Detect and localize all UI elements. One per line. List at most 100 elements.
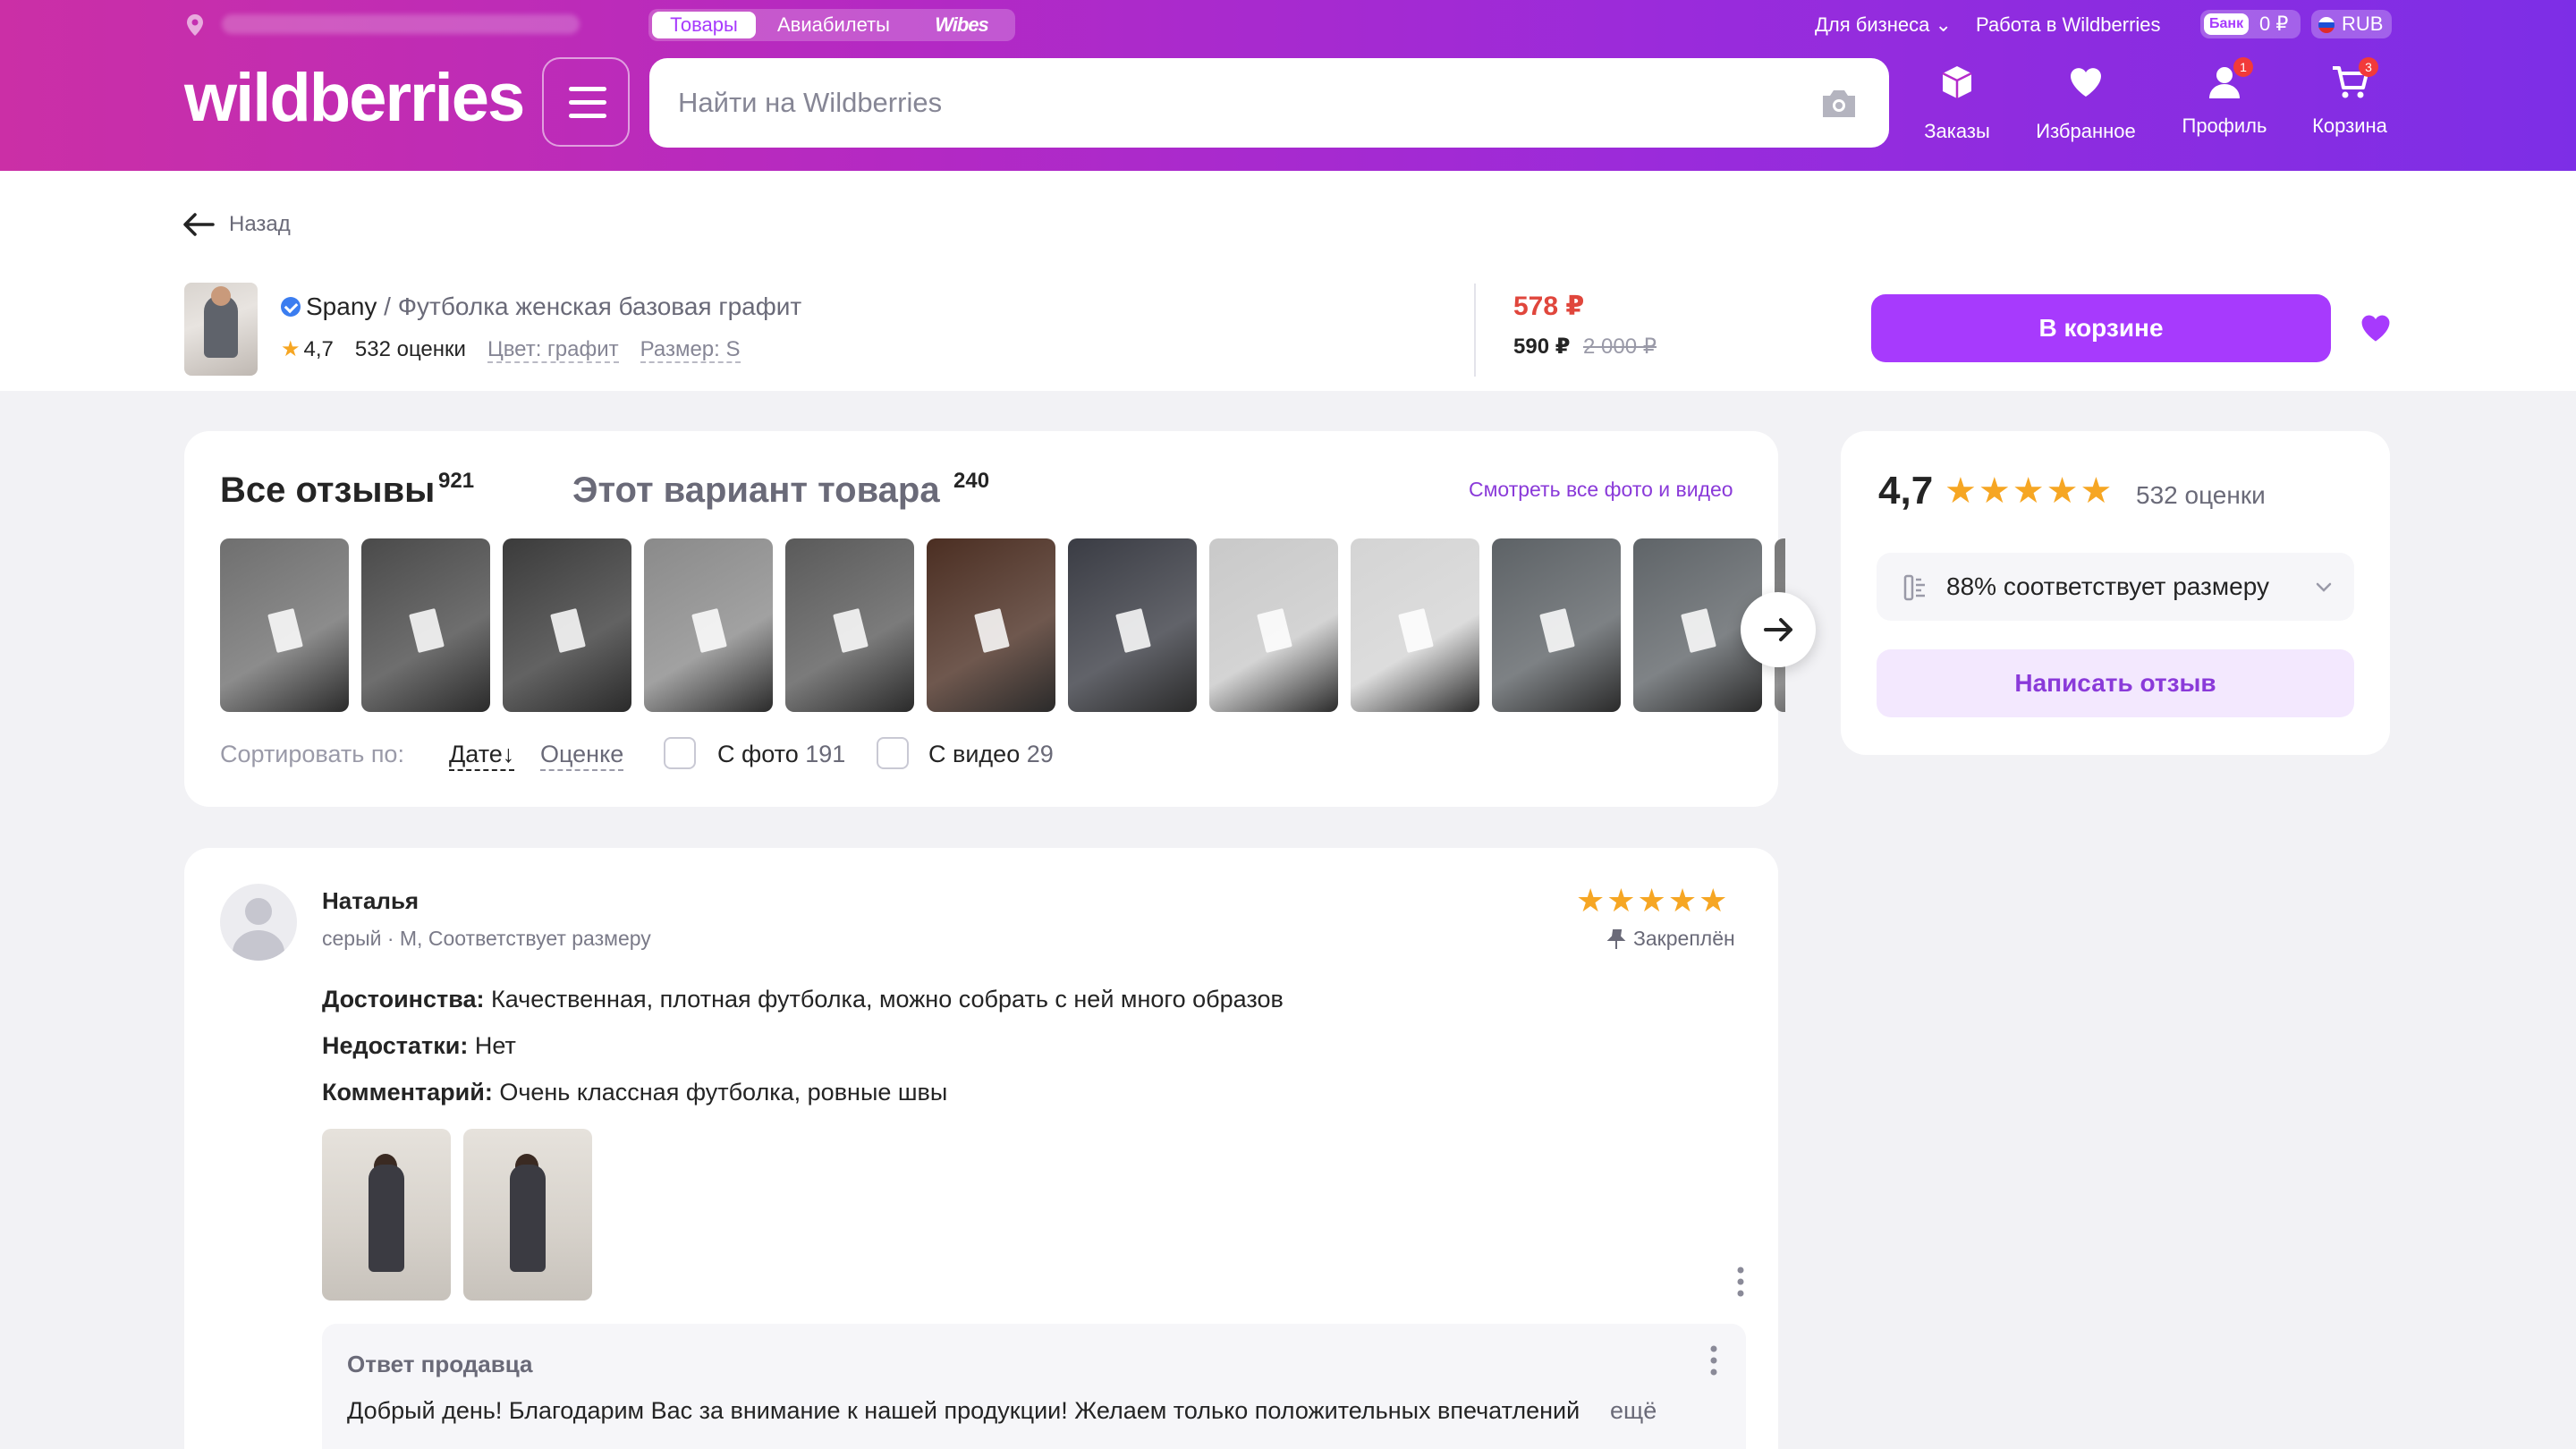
product-thumbnail[interactable]: [184, 283, 258, 376]
menu-line: [569, 114, 606, 118]
for-business-link[interactable]: Для бизнеса ⌄: [1815, 11, 1952, 39]
tab-all-reviews[interactable]: Все отзывы: [220, 470, 435, 511]
tab-this-variant[interactable]: Этот вариант товара: [572, 470, 940, 511]
comment-label: Комментарий:: [322, 1079, 493, 1106]
review-media-thumb[interactable]: [1351, 538, 1479, 712]
price-current: 578 ₽: [1513, 292, 1585, 321]
reply-more-icon[interactable]: [1710, 1345, 1717, 1376]
review-media-thumb[interactable]: [1068, 538, 1197, 712]
next-photos-button[interactable]: [1741, 592, 1816, 667]
tab-flights[interactable]: Авиабилеты: [761, 12, 906, 38]
review-cons: Недостатки: Нет: [322, 1032, 516, 1060]
tab-goods[interactable]: Товары: [652, 12, 756, 38]
filter-video-label[interactable]: С видео 29: [928, 739, 1054, 769]
bank-tag: Банк: [2204, 13, 2250, 35]
nav-orders-label: Заказы: [1924, 120, 1990, 142]
brand-name[interactable]: Spany: [306, 292, 377, 320]
pin-icon: [1606, 929, 1626, 949]
bank-balance[interactable]: Банк 0 ₽: [2200, 10, 2301, 38]
chevron-down-icon: ⌄: [1935, 13, 1952, 36]
size-fit-dropdown[interactable]: 88% соответствует размеру: [1877, 553, 2354, 621]
camera-search-icon[interactable]: [1819, 85, 1859, 121]
review-more-icon[interactable]: [1737, 1267, 1744, 1297]
seller-reply-title: Ответ продавца: [347, 1351, 533, 1377]
seller-reply-text: Добрый день! Благодарим Вас за внимание …: [347, 1397, 1580, 1424]
currency-value: RUB: [2342, 13, 2384, 35]
russia-flag-icon: [2318, 17, 2334, 33]
arrow-left-icon: [183, 213, 215, 236]
filter-video-checkbox[interactable]: [877, 737, 909, 769]
size-ruler-icon: [1903, 574, 1925, 601]
rating-count: 532 оценки: [2136, 481, 2266, 509]
title-separator: /: [377, 292, 398, 320]
filter-photo-count: 191: [805, 741, 846, 767]
product-rating: 4,7: [303, 337, 334, 361]
sort-by-date[interactable]: Дате↓: [449, 739, 515, 771]
review-media-thumb[interactable]: [361, 538, 490, 712]
menu-line: [569, 87, 606, 91]
review-photo[interactable]: [322, 1129, 451, 1301]
cart-icon-wrap: 3: [2330, 57, 2378, 102]
reply-more-link[interactable]: ещё: [1610, 1397, 1657, 1425]
review-media-thumb[interactable]: [1492, 538, 1621, 712]
tab-wibes[interactable]: Wibes: [911, 12, 1012, 38]
product-size[interactable]: Размер: S: [640, 337, 741, 363]
filter-photo-checkbox[interactable]: [664, 737, 696, 769]
price-old: 2 000 ₽: [1583, 335, 1657, 359]
product-name: Футболка женская базовая графит: [397, 292, 802, 320]
model-head: [211, 286, 231, 306]
photo-figure-body: [510, 1165, 546, 1272]
sort-by-score[interactable]: Оценке: [540, 739, 624, 771]
pros-label: Достоинства:: [322, 986, 485, 1013]
nav-profile[interactable]: 1 Профиль: [2174, 57, 2275, 147]
nav-cart[interactable]: 3 Корзина: [2301, 57, 2399, 147]
search-input[interactable]: [678, 58, 1787, 148]
service-switcher: Товары Авиабилеты Wibes: [648, 9, 1015, 41]
avatar-head: [245, 898, 272, 925]
review-media-thumb[interactable]: [927, 538, 1055, 712]
review-media-thumb[interactable]: [1209, 538, 1338, 712]
review-media-thumb[interactable]: [644, 538, 773, 712]
chevron-down-icon: [2316, 582, 2332, 592]
review-photo-strip: [220, 538, 1785, 714]
work-link[interactable]: Работа в Wildberries: [1976, 11, 2161, 39]
menu-button[interactable]: [542, 57, 630, 147]
review-media-thumb[interactable]: [220, 538, 349, 712]
back-link[interactable]: Назад: [182, 208, 291, 241]
avatar-body: [233, 930, 284, 961]
review-author: Наталья: [322, 887, 419, 914]
product-rating-count[interactable]: 532 оценки: [355, 337, 466, 361]
top-bar: Товары Авиабилеты Wibes Для бизнеса ⌄ Ра…: [0, 0, 2576, 48]
price-wallet: 590 ₽: [1513, 335, 1571, 359]
filter-photo-label[interactable]: С фото 191: [717, 739, 845, 769]
location-pin-icon[interactable]: [184, 13, 206, 38]
currency-selector[interactable]: RUB: [2311, 10, 2392, 38]
rating-summary-card: 4,7 ★★★★★ 532 оценки 88% соответствует р…: [1841, 431, 2390, 755]
review-media-thumb[interactable]: [785, 538, 914, 712]
see-all-media-link[interactable]: Смотреть все фото и видео: [1469, 478, 1733, 502]
product-color[interactable]: Цвет: графит: [487, 337, 619, 363]
box-icon: [1942, 66, 1972, 98]
nav-orders[interactable]: Заказы: [1914, 57, 2000, 147]
product-meta: ★ 4,7 532 оценки Цвет: графит Размер: S: [281, 335, 741, 364]
delivery-address-blurred[interactable]: [222, 14, 580, 34]
write-review-button[interactable]: Написать отзыв: [1877, 649, 2354, 717]
review-photo[interactable]: [463, 1129, 592, 1301]
nav-favorites[interactable]: Избранное: [2023, 57, 2148, 147]
variant-reviews-count: 240: [953, 469, 990, 493]
review-pros: Достоинства: Качественная, плотная футбо…: [322, 986, 1284, 1013]
all-reviews-count: 921: [438, 469, 475, 493]
for-business-label: Для бизнеса: [1815, 13, 1930, 36]
favorite-heart-icon[interactable]: [2358, 310, 2394, 346]
logo[interactable]: wildberries: [184, 61, 525, 136]
product-title: Spany / Футболка женская базовая графит: [281, 291, 801, 323]
review-media-thumb[interactable]: [503, 538, 631, 712]
nav-profile-label: Профиль: [2182, 114, 2267, 137]
menu-line: [569, 100, 606, 105]
in-cart-button[interactable]: В корзине: [1871, 294, 2331, 362]
review-stars: ★★★★★: [1576, 882, 1730, 919]
product-summary: Назад Spany / Футболка женская базовая г…: [0, 171, 2576, 391]
profile-badge: 1: [2233, 57, 2253, 77]
verified-check-icon: [281, 297, 301, 317]
search-bar: [649, 58, 1889, 148]
